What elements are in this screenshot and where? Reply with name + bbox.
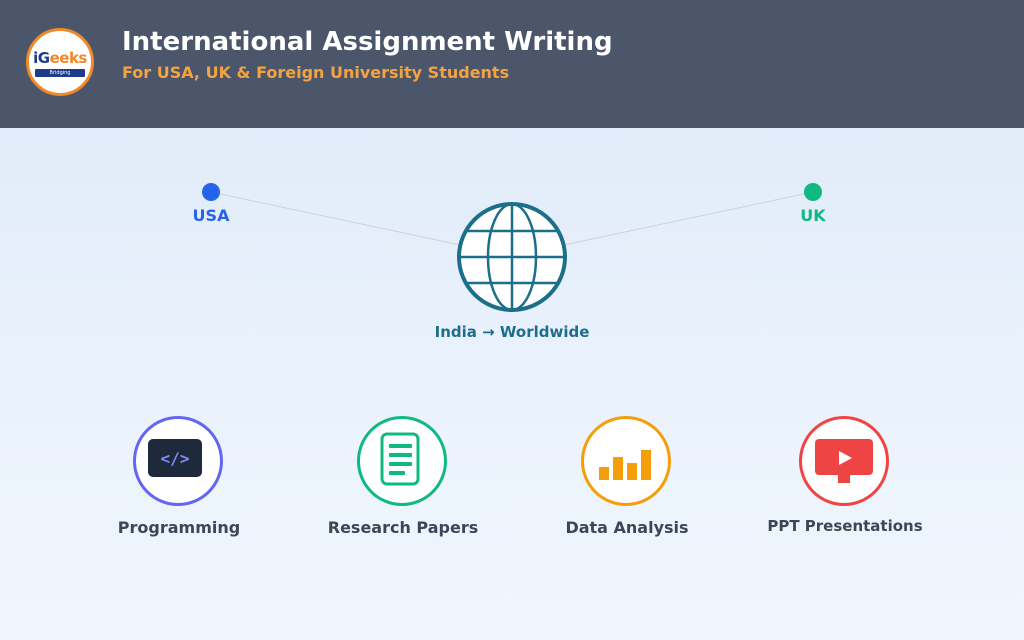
globe-label: India → Worldwide [434,323,590,341]
svg-text:</>: </> [161,449,190,468]
bar-chart-icon [599,450,651,480]
service-label: Programming [117,518,241,537]
connection-map [202,183,822,312]
logo-tagline: Bridging Technology [35,69,85,84]
code-icon: </> [148,439,202,477]
service-research-papers: Research Papers [293,414,513,554]
service-data-analysis: Data Analysis [517,414,737,554]
usa-dot [202,183,220,201]
logo-wordmark: iGeeks [33,49,87,67]
presentation-icon [815,439,873,483]
page-title: International Assignment Writing [122,27,613,57]
page-subtitle: For USA, UK & Foreign University Student… [122,63,510,82]
service-ppt-presentations: PPT Presentations [735,414,955,554]
igeeks-logo: iGeeks Bridging Technology [26,28,94,96]
service-label: Research Papers [327,518,479,537]
service-icon-ring: </> [133,416,223,506]
service-icon-ring [581,416,671,506]
globe-icon [457,202,567,312]
document-icon [380,432,420,486]
service-label: Data Analysis [565,518,689,537]
header-banner: iGeeks Bridging Technology International… [0,0,1024,128]
service-icon-ring [357,416,447,506]
location-label-usa: USA [192,206,230,225]
location-label-uk: UK [800,206,826,225]
uk-dot [804,183,822,201]
service-label: PPT Presentations [767,517,923,535]
service-icon-ring [799,416,889,506]
service-programming: </> Programming [69,414,289,554]
